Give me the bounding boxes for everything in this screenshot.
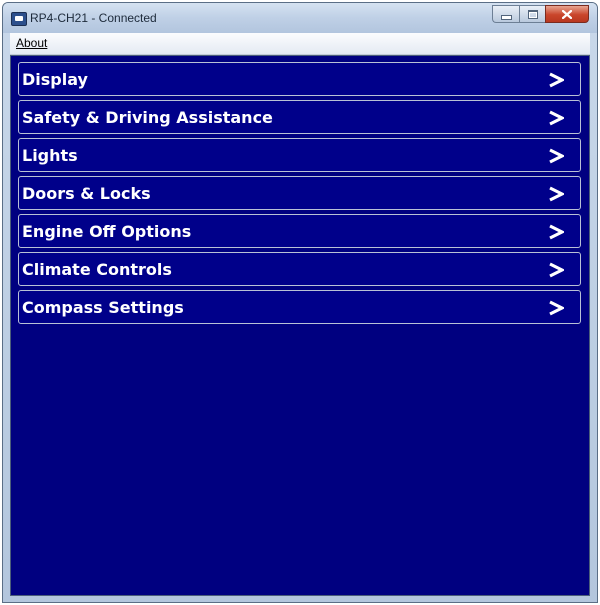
maximize-button[interactable] (519, 5, 545, 23)
close-button[interactable] (545, 5, 589, 23)
menu-item-safety-driving-assistance[interactable]: Safety & Driving Assistance (18, 100, 581, 134)
menu-about[interactable]: About (16, 36, 47, 50)
menu-item-display[interactable]: Display (18, 62, 581, 96)
chevron-right-icon (549, 300, 564, 316)
menu-item-compass-settings[interactable]: Compass Settings (18, 290, 581, 324)
menu-item-climate-controls[interactable]: Climate Controls (18, 252, 581, 286)
chevron-right-icon (549, 186, 564, 202)
title-bar[interactable]: RP4-CH21 - Connected (3, 3, 597, 33)
menu-item-label: Compass Settings (22, 298, 184, 317)
menu-item-label: Doors & Locks (22, 184, 151, 203)
settings-menu-list: Display Safety & Driving Assistance Ligh… (18, 62, 581, 328)
menu-item-lights[interactable]: Lights (18, 138, 581, 172)
app-icon[interactable] (11, 12, 27, 26)
menu-item-engine-off-options[interactable]: Engine Off Options (18, 214, 581, 248)
menu-item-label: Lights (22, 146, 78, 165)
chevron-right-icon (549, 148, 564, 164)
minimize-icon (500, 14, 512, 20)
main-panel: Display Safety & Driving Assistance Ligh… (10, 55, 590, 596)
chevron-right-icon (549, 224, 564, 240)
menu-bar: About (10, 33, 590, 55)
app-window: RP4-CH21 - Connected About Display Safet… (2, 2, 598, 603)
minimize-button[interactable] (492, 5, 519, 23)
window-controls (492, 5, 589, 23)
window-title: RP4-CH21 - Connected (30, 11, 157, 25)
menu-item-label: Display (22, 70, 88, 89)
menu-item-label: Safety & Driving Assistance (22, 108, 273, 127)
chevron-right-icon (549, 262, 564, 278)
close-icon (562, 9, 572, 19)
menu-item-doors-locks[interactable]: Doors & Locks (18, 176, 581, 210)
maximize-icon (527, 9, 538, 19)
menu-item-label: Climate Controls (22, 260, 172, 279)
chevron-right-icon (549, 110, 564, 126)
menu-item-label: Engine Off Options (22, 222, 192, 241)
chevron-right-icon (549, 72, 564, 88)
